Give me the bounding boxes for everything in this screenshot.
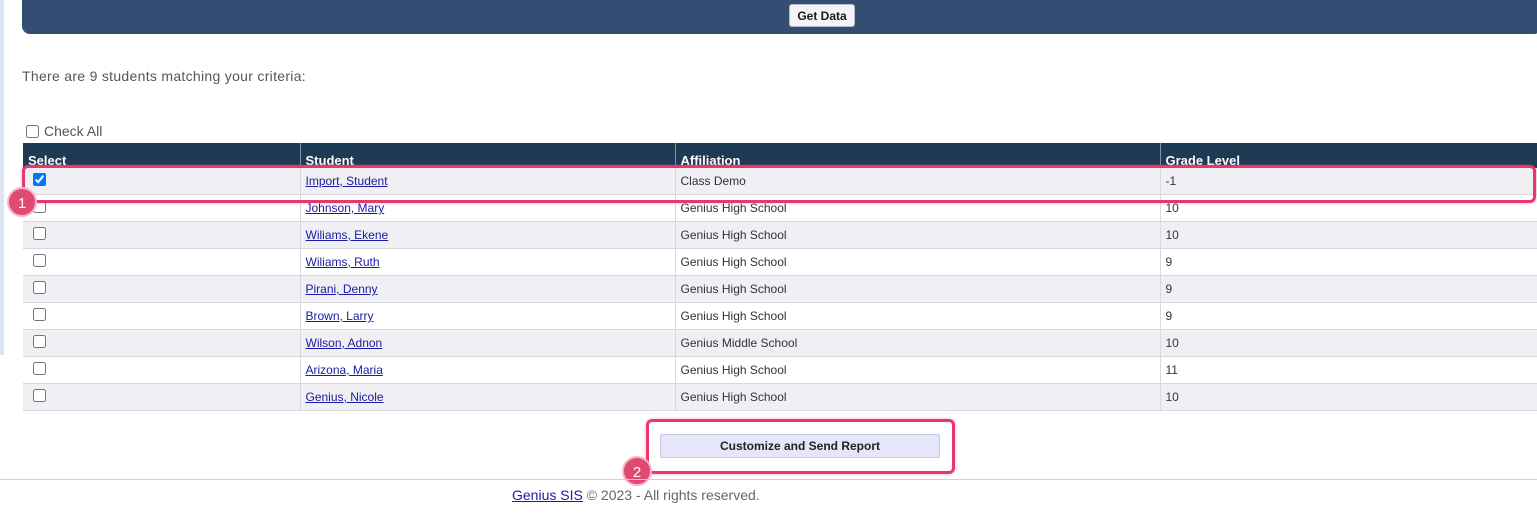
footer-link[interactable]: Genius SIS: [512, 487, 583, 503]
table-row: Brown, Larry Genius High School 9: [23, 302, 1537, 330]
student-cell: Brown, Larry: [300, 302, 676, 330]
select-cell: [23, 302, 301, 330]
check-all[interactable]: Check All: [26, 123, 102, 139]
highlight-send-button: [646, 419, 955, 474]
select-cell: [23, 275, 301, 303]
student-link[interactable]: Genius, Nicole: [306, 390, 384, 404]
student-cell: Arizona, Maria: [300, 356, 676, 384]
student-link[interactable]: Pirani, Denny: [306, 282, 378, 296]
student-cell: Wiliams, Ekene: [300, 221, 676, 249]
table-row: Wilson, Adnon Genius Middle School 10: [23, 329, 1537, 357]
student-link[interactable]: Brown, Larry: [306, 309, 374, 323]
affiliation-cell: Genius High School: [675, 248, 1161, 276]
student-link[interactable]: Arizona, Maria: [306, 363, 383, 377]
student-cell: Wilson, Adnon: [300, 329, 676, 357]
left-border: [0, 0, 4, 355]
select-cell: [23, 221, 301, 249]
row-select-checkbox[interactable]: [33, 254, 46, 267]
check-all-checkbox[interactable]: [26, 124, 39, 138]
annotation-badge-1: 1: [7, 187, 37, 217]
footer-copyright: © 2023 - All rights reserved.: [582, 487, 760, 503]
student-link[interactable]: Wilson, Adnon: [306, 336, 383, 350]
affiliation-cell: Genius High School: [675, 221, 1161, 249]
affiliation-cell: Genius High School: [675, 383, 1161, 411]
row-select-checkbox[interactable]: [33, 308, 46, 321]
check-all-label: Check All: [44, 123, 103, 139]
select-cell: [23, 248, 301, 276]
filter-toolbar: Get Data: [22, 0, 1537, 34]
highlight-row-1: [22, 165, 1536, 203]
grade-level-cell: 10: [1160, 221, 1537, 249]
select-cell: [23, 356, 301, 384]
footer-divider: [0, 479, 1537, 480]
student-link[interactable]: Wiliams, Ruth: [306, 255, 380, 269]
student-cell: Wiliams, Ruth: [300, 248, 676, 276]
row-select-checkbox[interactable]: [33, 227, 46, 240]
table-row: Genius, Nicole Genius High School 10: [23, 383, 1537, 411]
affiliation-cell: Genius High School: [675, 302, 1161, 330]
grade-level-cell: 10: [1160, 329, 1537, 357]
footer: Genius SIS © 2023 - All rights reserved.: [512, 487, 760, 503]
table-row: Wiliams, Ruth Genius High School 9: [23, 248, 1537, 276]
student-cell: Genius, Nicole: [300, 383, 676, 411]
row-select-checkbox[interactable]: [33, 281, 46, 294]
select-cell: [23, 383, 301, 411]
table-row: Wiliams, Ekene Genius High School 10: [23, 221, 1537, 249]
affiliation-cell: Genius High School: [675, 356, 1161, 384]
select-cell: [23, 329, 301, 357]
grade-level-cell: 10: [1160, 383, 1537, 411]
row-select-checkbox[interactable]: [33, 389, 46, 402]
grade-level-cell: 9: [1160, 275, 1537, 303]
table-row: Pirani, Denny Genius High School 9: [23, 275, 1537, 303]
affiliation-cell: Genius Middle School: [675, 329, 1161, 357]
affiliation-cell: Genius High School: [675, 275, 1161, 303]
student-link[interactable]: Johnson, Mary: [306, 201, 385, 215]
student-link[interactable]: Wiliams, Ekene: [306, 228, 389, 242]
annotation-badge-2: 2: [622, 456, 652, 486]
get-data-button[interactable]: Get Data: [789, 4, 855, 27]
row-select-checkbox[interactable]: [33, 335, 46, 348]
grade-level-cell: 9: [1160, 302, 1537, 330]
grade-level-cell: 11: [1160, 356, 1537, 384]
row-select-checkbox[interactable]: [33, 362, 46, 375]
table-row: Arizona, Maria Genius High School 11: [23, 356, 1537, 384]
results-count: There are 9 students matching your crite…: [22, 68, 306, 84]
student-cell: Pirani, Denny: [300, 275, 676, 303]
grade-level-cell: 9: [1160, 248, 1537, 276]
